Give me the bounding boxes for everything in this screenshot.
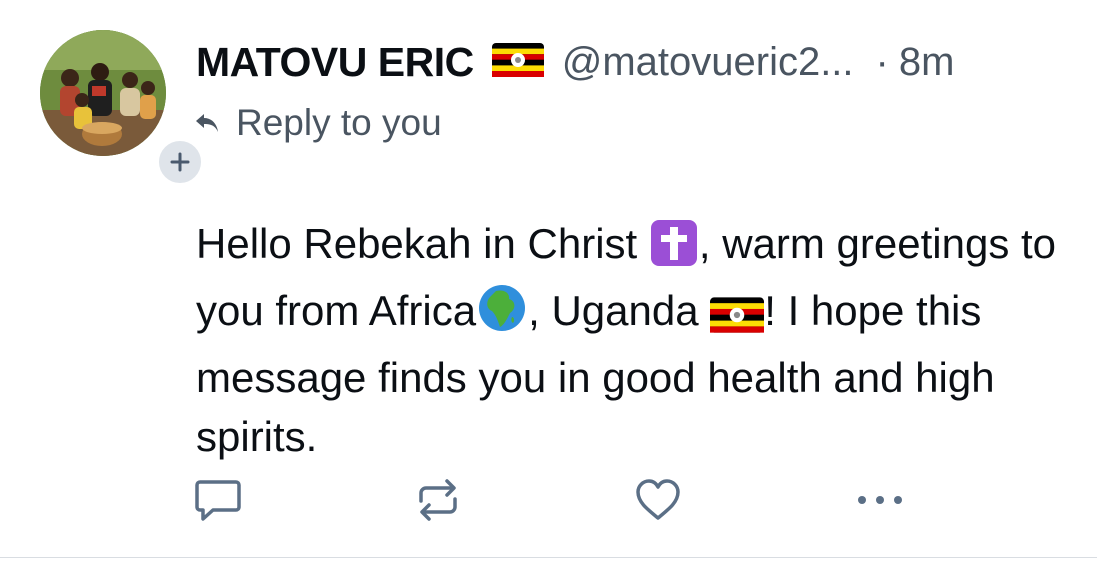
uganda-flag-emoji-icon — [710, 289, 765, 348]
reply-arrow-icon — [194, 112, 220, 134]
reply-context: Reply to you — [194, 100, 442, 146]
more-dots-icon — [858, 496, 902, 504]
heart-icon — [636, 479, 680, 520]
more-options-button[interactable] — [852, 474, 908, 526]
latin-cross-emoji-icon — [649, 220, 699, 281]
post-text-part-1: Hello Rebekah in Christ — [196, 220, 649, 267]
uganda-flag-icon — [491, 42, 544, 82]
comment-icon — [195, 480, 241, 521]
reply-button[interactable] — [190, 474, 246, 526]
avatar-photo — [40, 30, 166, 156]
avatar-container[interactable] — [40, 30, 204, 186]
author-handle[interactable]: @matovueric2... — [562, 40, 854, 85]
globe-africa-emoji-icon — [476, 283, 528, 348]
post-text: Hello Rebekah in Christ , warm greetings… — [196, 214, 1076, 466]
like-button[interactable] — [630, 474, 686, 526]
plus-icon — [170, 152, 190, 172]
repost-icon — [419, 479, 457, 521]
post-text-part-3: , Uganda — [528, 287, 711, 334]
post-timestamp[interactable]: 8m — [899, 40, 955, 85]
avatar[interactable] — [40, 30, 166, 156]
post-action-bar — [0, 468, 1097, 530]
repost-button[interactable] — [410, 474, 466, 526]
reply-to-label: Reply to you — [236, 102, 442, 143]
author-display-name[interactable]: MATOVU ERIC — [196, 39, 474, 86]
post-item[interactable]: MATOVU ERIC @matovueric2... · 8m Reply t… — [0, 0, 1097, 558]
post-header: MATOVU ERIC @matovueric2... · 8m — [196, 36, 954, 88]
separator-dot: · — [875, 39, 889, 84]
